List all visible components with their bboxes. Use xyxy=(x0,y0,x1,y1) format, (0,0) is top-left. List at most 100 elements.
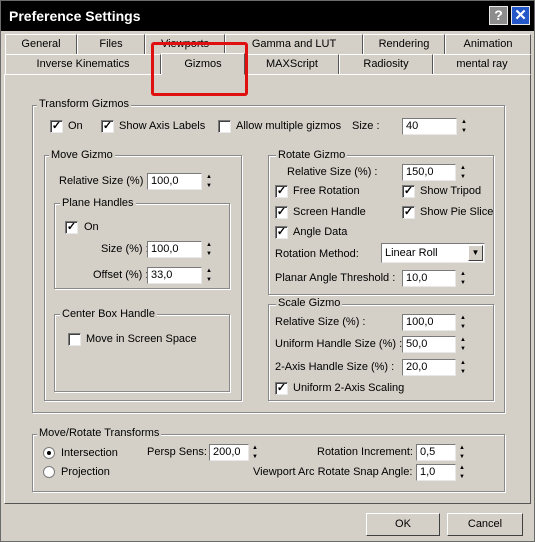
tab-inverse-kinematics[interactable]: Inverse Kinematics xyxy=(5,54,161,74)
spinner-up-icon[interactable]: ▲ xyxy=(458,359,468,367)
screen-handle-checkbox[interactable]: ✓ xyxy=(275,206,288,219)
persp-sens-field[interactable]: 200,0 xyxy=(209,444,249,461)
angle-data-label: Angle Data xyxy=(293,226,348,238)
move-relative-size-spinner[interactable]: 100,0 ▲ ▼ xyxy=(147,173,215,190)
spinner-up-icon[interactable]: ▲ xyxy=(458,164,468,172)
spinner-up-icon[interactable]: ▲ xyxy=(458,314,468,322)
spinner-up-icon[interactable]: ▲ xyxy=(457,444,467,452)
spinner-down-icon[interactable]: ▼ xyxy=(457,473,467,481)
ok-button[interactable]: OK xyxy=(366,513,440,536)
show-axis-labels-checkbox[interactable]: ✓ xyxy=(101,120,114,133)
chevron-down-icon[interactable]: ▼ xyxy=(468,245,483,261)
spinner-up-icon[interactable]: ▲ xyxy=(250,444,260,452)
tab-rendering[interactable]: Rendering xyxy=(363,34,445,54)
tab-maxscript[interactable]: MAXScript xyxy=(245,54,339,74)
gizmo-size-label: Size : xyxy=(352,120,380,132)
move-screen-space-label: Move in Screen Space xyxy=(86,333,197,345)
intersection-radio[interactable] xyxy=(43,447,55,459)
transform-on-checkbox[interactable]: ✓ xyxy=(50,120,63,133)
rotate-relative-size-field[interactable]: 150,0 xyxy=(402,164,456,181)
scale-relative-size-spinner[interactable]: 100,0 ▲ ▼ xyxy=(402,314,469,331)
tab-general[interactable]: General xyxy=(5,34,77,54)
tab-files[interactable]: Files xyxy=(77,34,145,54)
tab-animation[interactable]: Animation xyxy=(445,34,531,54)
plane-size-spinner[interactable]: 100,0 ▲ ▼ xyxy=(147,241,215,258)
spinner-up-icon[interactable]: ▲ xyxy=(457,464,467,472)
spinner-arrows[interactable]: ▲ ▼ xyxy=(458,359,468,376)
spinner-up-icon[interactable]: ▲ xyxy=(204,267,214,275)
uniform-2-axis-scaling-checkbox[interactable]: ✓ xyxy=(275,382,288,395)
center-box-handle-group xyxy=(54,314,230,392)
rotation-increment-spinner[interactable]: 0,5 ▲ ▼ xyxy=(416,444,468,461)
rotate-relative-size-spinner[interactable]: 150,0 ▲ ▼ xyxy=(402,164,469,181)
spinner-down-icon[interactable]: ▼ xyxy=(458,323,468,331)
arc-rotate-snap-angle-spinner[interactable]: 1,0 ▲ ▼ xyxy=(416,464,468,481)
move-relative-size-field[interactable]: 100,0 xyxy=(147,173,202,190)
spinner-arrows[interactable]: ▲ ▼ xyxy=(250,444,260,461)
spinner-down-icon[interactable]: ▼ xyxy=(204,276,214,284)
spinner-down-icon[interactable]: ▼ xyxy=(457,453,467,461)
rotation-increment-label: Rotation Increment: xyxy=(317,446,413,458)
spinner-arrows[interactable]: ▲ ▼ xyxy=(458,336,468,353)
spinner-down-icon[interactable]: ▼ xyxy=(458,173,468,181)
plane-size-field[interactable]: 100,0 xyxy=(147,241,202,258)
plane-handles-on-checkbox[interactable]: ✓ xyxy=(65,221,78,234)
angle-data-checkbox[interactable]: ✓ xyxy=(275,226,288,239)
spinner-up-icon[interactable]: ▲ xyxy=(458,336,468,344)
spinner-arrows[interactable]: ▲ ▼ xyxy=(458,314,468,331)
check-icon: ✓ xyxy=(403,206,414,218)
move-gizmo-title: Move Gizmo xyxy=(49,149,115,162)
projection-radio[interactable] xyxy=(43,466,55,478)
two-axis-handle-size-field[interactable]: 20,0 xyxy=(402,359,456,376)
spinner-arrows[interactable]: ▲ ▼ xyxy=(457,444,467,461)
tab-mental-ray[interactable]: mental ray xyxy=(433,54,531,74)
spinner-arrows[interactable]: ▲ ▼ xyxy=(204,241,214,258)
help-icon[interactable]: ? xyxy=(489,6,508,25)
two-axis-handle-size-spinner[interactable]: 20,0 ▲ ▼ xyxy=(402,359,469,376)
allow-multiple-gizmos-checkbox[interactable] xyxy=(218,120,231,133)
planar-angle-threshold-spinner[interactable]: 10,0 ▲ ▼ xyxy=(402,270,469,287)
free-rotation-checkbox[interactable]: ✓ xyxy=(275,185,288,198)
spinner-arrows[interactable]: ▲ ▼ xyxy=(204,267,214,284)
show-axis-labels-label: Show Axis Labels xyxy=(119,120,206,132)
spinner-up-icon[interactable]: ▲ xyxy=(458,270,468,278)
spinner-arrows[interactable]: ▲ ▼ xyxy=(458,164,468,181)
cancel-button[interactable]: Cancel xyxy=(447,513,523,536)
spinner-down-icon[interactable]: ▼ xyxy=(458,345,468,353)
spinner-down-icon[interactable]: ▼ xyxy=(204,182,214,190)
spinner-arrows[interactable]: ▲ ▼ xyxy=(204,173,214,190)
plane-offset-spinner[interactable]: 33,0 ▲ ▼ xyxy=(147,267,215,284)
spinner-down-icon[interactable]: ▼ xyxy=(250,453,260,461)
spinner-arrows[interactable]: ▲ ▼ xyxy=(458,270,468,287)
plane-offset-field[interactable]: 33,0 xyxy=(147,267,202,284)
close-icon[interactable]: ✕ xyxy=(511,6,530,25)
arc-rotate-snap-angle-field[interactable]: 1,0 xyxy=(416,464,456,481)
spinner-up-icon[interactable]: ▲ xyxy=(459,118,469,126)
rotation-increment-field[interactable]: 0,5 xyxy=(416,444,456,461)
spinner-up-icon[interactable]: ▲ xyxy=(204,173,214,181)
spinner-down-icon[interactable]: ▼ xyxy=(458,279,468,287)
gizmo-size-field[interactable]: 40 xyxy=(402,118,457,135)
planar-angle-threshold-field[interactable]: 10,0 xyxy=(402,270,456,287)
uniform-handle-size-field[interactable]: 50,0 xyxy=(402,336,456,353)
spinner-down-icon[interactable]: ▼ xyxy=(204,250,214,258)
persp-sens-spinner[interactable]: 200,0 ▲ ▼ xyxy=(209,444,261,461)
scale-gizmo-title: Scale Gizmo xyxy=(276,297,343,310)
gizmos-tab-highlight xyxy=(151,42,248,96)
spinner-arrows[interactable]: ▲ ▼ xyxy=(459,118,469,135)
show-pie-slice-checkbox[interactable]: ✓ xyxy=(402,206,415,219)
move-screen-space-checkbox[interactable] xyxy=(68,333,81,346)
tab-radiosity[interactable]: Radiosity xyxy=(339,54,433,74)
check-icon: ✓ xyxy=(276,206,287,218)
window-title: Preference Settings xyxy=(9,8,141,24)
title-bar[interactable]: Preference Settings ? ✕ xyxy=(1,1,534,31)
show-tripod-checkbox[interactable]: ✓ xyxy=(402,185,415,198)
rotation-method-dropdown[interactable]: Linear Roll ▼ xyxy=(381,243,485,263)
spinner-arrows[interactable]: ▲ ▼ xyxy=(457,464,467,481)
scale-relative-size-field[interactable]: 100,0 xyxy=(402,314,456,331)
spinner-down-icon[interactable]: ▼ xyxy=(458,368,468,376)
uniform-handle-size-spinner[interactable]: 50,0 ▲ ▼ xyxy=(402,336,469,353)
spinner-down-icon[interactable]: ▼ xyxy=(459,127,469,135)
gizmo-size-spinner[interactable]: 40 ▲ ▼ xyxy=(402,118,470,135)
spinner-up-icon[interactable]: ▲ xyxy=(204,241,214,249)
